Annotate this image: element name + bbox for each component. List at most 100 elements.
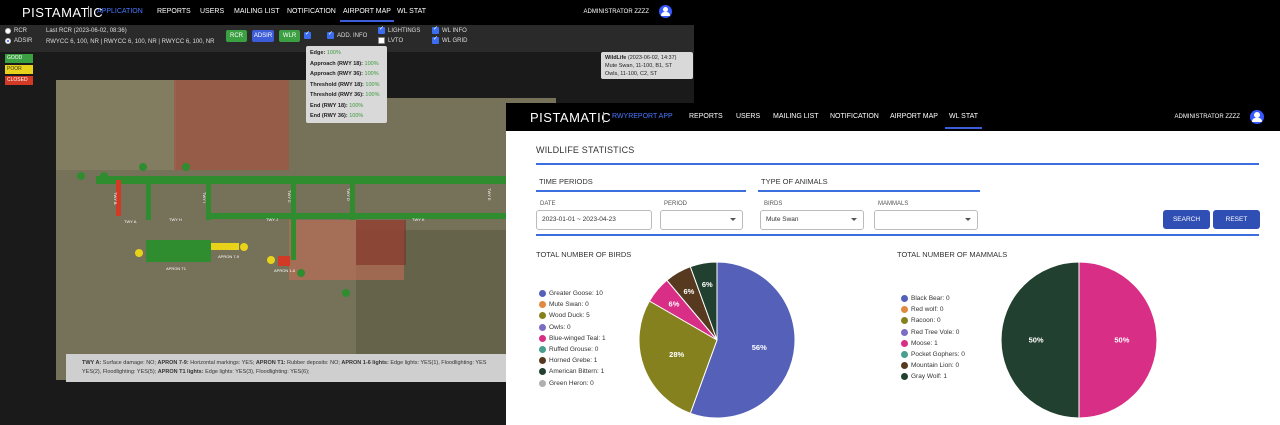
radio-rcr[interactable] xyxy=(5,28,11,34)
birds-legend: Greater Goose: 10 Mute Swan: 0 Wood Duck: … xyxy=(539,288,606,389)
front-nav-mailing-list[interactable]: MAILING LIST xyxy=(773,113,819,120)
legend-swatch xyxy=(539,323,546,331)
mammals-select[interactable] xyxy=(874,210,978,230)
front-nav-notification[interactable]: NOTIFICATION xyxy=(830,113,879,120)
wlr-button[interactable]: WLR xyxy=(279,30,300,42)
radio-adsir[interactable] xyxy=(5,38,11,44)
reset-button[interactable]: RESET xyxy=(1213,210,1260,229)
legend-poor: POOR xyxy=(5,65,33,74)
chevron-down-icon xyxy=(730,218,736,221)
wl-info-checkbox[interactable] xyxy=(432,25,439,34)
legend-item-greater-goose[interactable]: Greater Goose: 10 xyxy=(539,288,606,299)
search-button[interactable]: SEARCH xyxy=(1163,210,1210,229)
nav-mailing-list[interactable]: MAILING LIST xyxy=(234,8,280,15)
nav-users[interactable]: USERS xyxy=(200,8,224,15)
legend-label: Owls: 0 xyxy=(549,323,571,331)
mammals-pie-chart: 50% 50% xyxy=(1000,261,1158,419)
period-select[interactable] xyxy=(660,210,743,230)
radio-rcr-label: RCR xyxy=(14,28,27,34)
legend-item-red-wolf[interactable]: Red wolf: 0 xyxy=(901,304,965,315)
legend-item-moose[interactable]: Moose: 1 xyxy=(901,338,965,349)
legend-item-gray-wolf[interactable]: Gray Wolf: 1 xyxy=(901,371,965,382)
nav-reports[interactable]: REPORTS xyxy=(157,8,191,15)
wildlife-popup-date: (2023-06-02, 14:37) xyxy=(627,55,677,61)
add-info-checkbox[interactable] xyxy=(327,30,334,39)
front-nav-airport-map[interactable]: AIRPORT MAP xyxy=(890,113,938,120)
twy-a-label: TWY A xyxy=(124,219,137,224)
legend-swatch xyxy=(901,339,908,347)
wildlife-popup-line1: Mute Swan, 11-100, B1, ST xyxy=(605,63,673,69)
legend-item-red-tree-vole[interactable]: Red Tree Vole: 0 xyxy=(901,327,965,338)
legend-swatch xyxy=(901,306,908,314)
legend-swatch xyxy=(539,345,546,353)
legend-item-pocket-gophers[interactable]: Pocket Gophers: 0 xyxy=(901,349,965,360)
legend-swatch xyxy=(539,312,546,320)
lvto-label: LVTO xyxy=(388,38,404,44)
user-name[interactable]: ADMINISTRATOR ZZZZ xyxy=(584,9,649,15)
taxiway-info-note: TWY A: Surface damage: NO; APRON 7-9: Ho… xyxy=(66,354,516,382)
app-label: APPLICATION xyxy=(97,8,143,15)
date-range-input[interactable]: 2023-01-01 ~ 2023-04-23 xyxy=(536,210,652,230)
title-divider xyxy=(536,163,1259,165)
legend-swatch xyxy=(539,379,546,387)
last-rcr-text: Last RCR (2023-06-02, 08:36) xyxy=(46,28,127,34)
chevron-down-icon xyxy=(965,218,971,221)
legend-item-mountain-lion[interactable]: Mountain Lion: 0 xyxy=(901,360,965,371)
pie-label-greater-goose: 56% xyxy=(752,343,767,352)
legend-swatch xyxy=(901,350,908,358)
pie-label-moose: 50% xyxy=(1114,336,1129,345)
legend-label: Green Heron: 0 xyxy=(549,379,594,387)
wildlife-popup: WildLife (2023-06-02, 14:37) Mute Swan, … xyxy=(601,52,693,79)
front-nav-users[interactable]: USERS xyxy=(736,113,760,120)
twy-e-label: TWY E xyxy=(487,188,492,201)
wildlife-statistics-window: PISTAMATIC RWYREPORT APP REPORTS USERS M… xyxy=(506,103,1280,425)
period-label: PERIOD xyxy=(664,201,688,207)
legend-swatch xyxy=(901,362,908,370)
lightings-checkbox[interactable] xyxy=(378,25,385,34)
nav-notification[interactable]: NOTIFICATION xyxy=(287,8,336,15)
legend-item-black-bear[interactable]: Black Bear: 0 xyxy=(901,293,965,304)
wl-info-label: WL INFO xyxy=(442,28,467,34)
date-label: DATE xyxy=(540,201,556,207)
front-user-name[interactable]: ADMINISTRATOR ZZZZ xyxy=(1175,114,1240,120)
legend-item-racoon[interactable]: Racoon: 0 xyxy=(901,315,965,326)
time-periods-title: TIME PERIODS xyxy=(539,177,593,186)
legend-item-mute-swan[interactable]: Mute Swan: 0 xyxy=(539,299,606,310)
popup-row-threshold-36: Threshold (RWY 36): 100% xyxy=(310,92,380,98)
brand-divider xyxy=(88,6,89,17)
legend-label: Mountain Lion: 0 xyxy=(911,362,960,370)
legend-item-american-bittern[interactable]: American Bittern: 1 xyxy=(539,366,606,377)
rwycc-text: RWYCC 6, 100, NR | RWYCC 6, 100, NR | RW… xyxy=(46,39,215,45)
legend-item-blue-winged-teal[interactable]: Blue-winged Teal: 1 xyxy=(539,333,606,344)
legend-item-green-heron[interactable]: Green Heron: 0 xyxy=(539,378,606,389)
legend-item-owls[interactable]: Owls: 0 xyxy=(539,322,606,333)
lvto-checkbox[interactable] xyxy=(378,37,385,44)
legend-item-wood-duck[interactable]: Wood Duck: 5 xyxy=(539,310,606,321)
birds-pie-chart: 56%28%6%6%6% xyxy=(638,261,796,419)
apron-t1-label: APRON T1 xyxy=(166,266,187,271)
legend-label: Pocket Gophers: 0 xyxy=(911,350,965,358)
wl-grid-checkbox[interactable] xyxy=(432,35,439,44)
legend-label: Gray Wolf: 1 xyxy=(911,373,948,381)
user-avatar-icon[interactable] xyxy=(659,5,672,18)
nav-wl-stat[interactable]: WL STAT xyxy=(397,8,426,15)
legend-item-horned-grebe[interactable]: Horned Grebe: 1 xyxy=(539,355,606,366)
front-user-avatar-icon[interactable] xyxy=(1250,110,1264,124)
nav-airport-map[interactable]: AIRPORT MAP xyxy=(340,8,394,22)
front-nav-reports[interactable]: REPORTS xyxy=(689,113,723,120)
wlr-checkbox[interactable] xyxy=(304,30,311,39)
airport-satellite-map[interactable]: TWY A TWY H TWY J TWY K APRON T1 APRON 7… xyxy=(56,80,556,380)
birds-select[interactable]: Mute Swan xyxy=(760,210,864,230)
apron-16-label: APRON 1-6 xyxy=(274,268,296,273)
rcr-button[interactable]: RCR xyxy=(226,30,247,42)
add-info-label: ADD. INFO xyxy=(337,33,368,39)
legend-label: Moose: 1 xyxy=(911,339,938,347)
pie-label-blue-winged-teal: 6% xyxy=(669,299,680,308)
front-top-nav: PISTAMATIC RWYREPORT APP REPORTS USERS M… xyxy=(506,103,1280,131)
legend-item-ruffed-grouse[interactable]: Ruffed Grouse: 0 xyxy=(539,344,606,355)
front-nav-wl-stat[interactable]: WL STAT xyxy=(944,113,983,129)
adsir-button[interactable]: ADSIR xyxy=(252,30,274,42)
mammals-chart-title: TOTAL NUMBER OF MAMMALS xyxy=(897,250,1008,259)
front-app-label: RWYREPORT APP xyxy=(612,113,673,120)
wl-grid-label: WL GRID xyxy=(442,38,468,44)
